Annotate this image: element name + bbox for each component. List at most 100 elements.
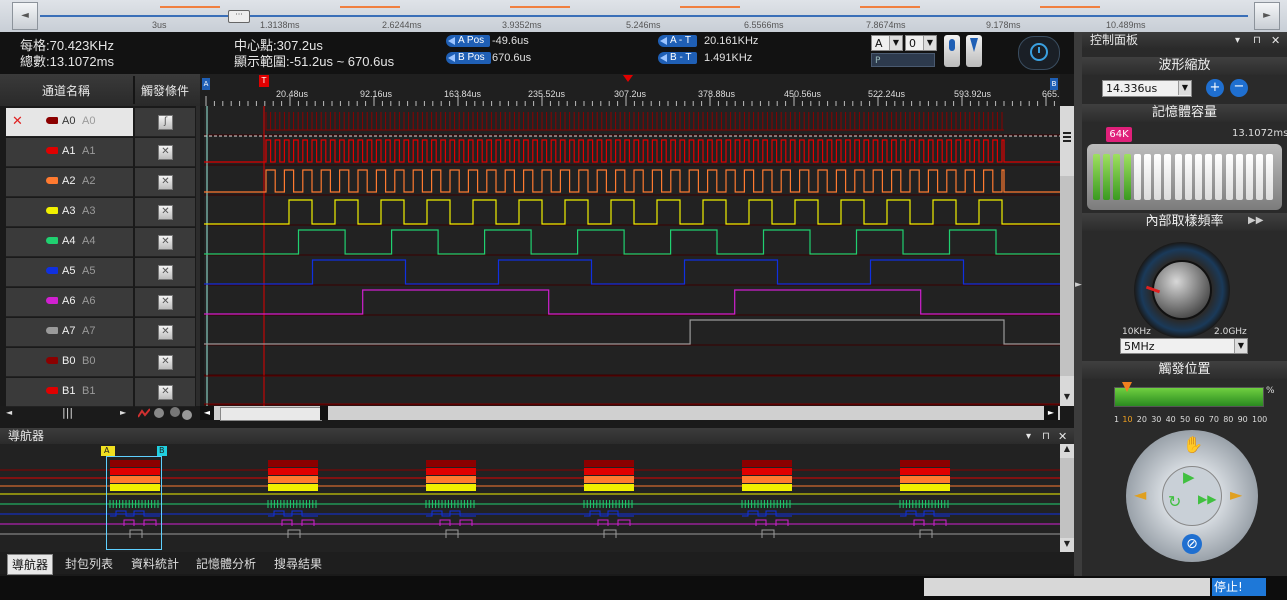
cursor-select[interactable]: A ▼	[871, 35, 903, 51]
probe-color-icon	[46, 237, 58, 244]
overview-bar[interactable]: ◄ ··· 3us 1.3138ms 2.6244ms 3.9352ms 5.2…	[0, 0, 1287, 33]
time-ruler[interactable]: 20.48us 92.16us 163.84us 235.52us 307.2us 378…	[200, 74, 1060, 106]
channel-row[interactable]: A5 A5	[6, 258, 133, 287]
waveform-vscroll[interactable]: ▼	[1060, 106, 1074, 406]
overview-right-button[interactable]: ►	[1254, 2, 1280, 30]
trigger-condition-icon[interactable]: ✕	[158, 265, 173, 280]
panel-close-icon[interactable]: ✕	[1271, 32, 1280, 49]
sample-rate-knob[interactable]	[1134, 242, 1230, 338]
trigger-condition-icon[interactable]: ✕	[158, 355, 173, 370]
channel-hscroll[interactable]: ◄ ||| ►	[0, 406, 200, 420]
settings-dot-icon[interactable]	[170, 407, 180, 417]
zoom-out-icon[interactable]: −	[1230, 79, 1248, 97]
bpos-badge[interactable]: B Pos	[446, 52, 491, 64]
navigator-area[interactable]: A B	[0, 444, 1060, 552]
stop-icon[interactable]: ⊘	[1182, 534, 1202, 554]
b-cursor-marker[interactable]: B	[1050, 78, 1058, 90]
trigger-condition-cell[interactable]: ✕	[135, 168, 195, 197]
panel-splitter[interactable]: ►	[1074, 32, 1082, 576]
tab-packet-list[interactable]: 封包列表	[61, 554, 117, 573]
trigger-condition-cell[interactable]: ✕	[135, 318, 195, 347]
channel-remove-icon[interactable]: ✕	[12, 114, 23, 129]
trigger-position-thumb[interactable]	[1122, 382, 1132, 392]
settings-dot-icon[interactable]	[182, 410, 192, 420]
channel-list-scrollbar[interactable]	[196, 106, 200, 406]
trigger-condition-cell[interactable]: ʃ	[135, 108, 195, 137]
channel-row[interactable]: B0 B0	[6, 348, 133, 377]
nav-b-marker[interactable]: B	[157, 446, 167, 456]
trigger-condition-cell[interactable]: ✕	[135, 258, 195, 287]
record-icon[interactable]	[154, 408, 164, 418]
next-icon[interactable]: ►	[1230, 485, 1250, 505]
sample-rate-select[interactable]: 5MHz ▼	[1120, 338, 1248, 354]
pattern-field[interactable]: P	[871, 53, 935, 67]
cursor-number-select[interactable]: 0 ▼	[905, 35, 937, 51]
trigger-condition-cell[interactable]: ✕	[135, 378, 195, 407]
channel-row[interactable]: B1 B1	[6, 378, 133, 407]
channel-row[interactable]: A6 A6	[6, 288, 133, 317]
memory-meter-bar	[1266, 154, 1274, 200]
ruler-label: 378.88us	[698, 89, 736, 99]
tab-navigator[interactable]: 導航器	[7, 554, 54, 575]
apos-badge[interactable]: A Pos	[446, 35, 491, 47]
trigger-condition-icon[interactable]: ✕	[158, 235, 173, 250]
trigger-scale-label: 60	[1194, 415, 1205, 424]
channel-row[interactable]: A3 A3	[6, 198, 133, 227]
trigger-condition-icon[interactable]: ✕	[158, 385, 173, 400]
tab-search-results[interactable]: 搜尋結果	[270, 554, 326, 573]
trigger-condition-cell[interactable]: ✕	[135, 288, 195, 317]
tab-memory-analysis[interactable]: 記憶體分析	[192, 554, 260, 573]
nav-view-window[interactable]	[106, 456, 162, 550]
navigator-menu-icon[interactable]: ▾	[1026, 428, 1031, 445]
navigator-vscroll[interactable]: ▲ ▼	[1060, 444, 1074, 552]
zoom-title: 波形縮放	[1082, 57, 1287, 75]
probe-alt-icon[interactable]	[966, 35, 982, 67]
trigger-condition-cell[interactable]: ✕	[135, 228, 195, 257]
channel-row[interactable]: A2 A2	[6, 168, 133, 197]
trigger-condition-icon[interactable]: ✕	[158, 145, 173, 160]
sample-next-icon[interactable]: ▶▶	[1248, 215, 1263, 226]
channel-row[interactable]: A1 A1	[6, 138, 133, 167]
fast-forward-icon[interactable]: ▶▶	[1198, 492, 1218, 512]
at-badge[interactable]: A - T	[658, 35, 697, 47]
trigger-condition-cell[interactable]: ✕	[135, 138, 195, 167]
waveform-hscroll[interactable]: ◄ ►	[200, 406, 1060, 421]
channel-alias: A1	[82, 145, 96, 157]
probe-icon[interactable]	[944, 35, 960, 67]
nav-a-marker[interactable]: A	[101, 446, 115, 456]
memory-meter[interactable]	[1087, 144, 1282, 210]
navigator-close-icon[interactable]: ✕	[1058, 428, 1067, 445]
trigger-condition-icon[interactable]: ✕	[158, 295, 173, 310]
trigger-condition-icon[interactable]: ʃ	[158, 115, 173, 130]
channel-row[interactable]: A4 A4	[6, 228, 133, 257]
trigger-condition-cell[interactable]: ✕	[135, 198, 195, 227]
memory-meter-bar	[1113, 154, 1121, 200]
repeat-icon[interactable]: ↻	[1168, 492, 1188, 512]
channel-row[interactable]: A7 A7	[6, 318, 133, 347]
run-icon[interactable]: ▶	[1183, 468, 1203, 488]
graph-icon[interactable]	[137, 408, 151, 418]
overview-thumb[interactable]: ···	[228, 10, 250, 23]
trigger-condition-icon[interactable]: ✕	[158, 325, 173, 340]
trigger-condition-cell[interactable]: ✕	[135, 348, 195, 377]
panel-pin-icon[interactable]: ⊓	[1253, 32, 1261, 49]
a-cursor-marker[interactable]: A	[202, 78, 210, 90]
waveform-area[interactable]	[204, 106, 1060, 406]
hand-pan-icon[interactable]: ✋	[1183, 435, 1203, 454]
previous-icon[interactable]: ◄	[1134, 485, 1154, 505]
bt-badge[interactable]: B - T	[658, 52, 698, 64]
navigator-pin-icon[interactable]: ⊓	[1042, 428, 1050, 445]
clock-icon[interactable]	[1018, 36, 1060, 70]
trigger-condition-icon[interactable]: ✕	[158, 205, 173, 220]
tab-statistics[interactable]: 資料統計	[127, 554, 183, 573]
overview-track[interactable]: ··· 3us 1.3138ms 2.6244ms 3.9352ms 5.246…	[40, 6, 1248, 30]
trigger-position-slider[interactable]	[1114, 382, 1264, 407]
zoom-select[interactable]: 14.336us ▼	[1102, 80, 1192, 97]
panel-menu-icon[interactable]: ▾	[1235, 32, 1240, 49]
channel-row[interactable]: ✕ A0 A0	[6, 108, 133, 137]
zoom-in-icon[interactable]: +	[1206, 79, 1224, 97]
trigger-condition-icon[interactable]: ✕	[158, 175, 173, 190]
overview-left-button[interactable]: ◄	[12, 2, 38, 30]
trigger-marker[interactable]: T	[259, 75, 269, 87]
memory-meter-bar	[1154, 154, 1162, 200]
